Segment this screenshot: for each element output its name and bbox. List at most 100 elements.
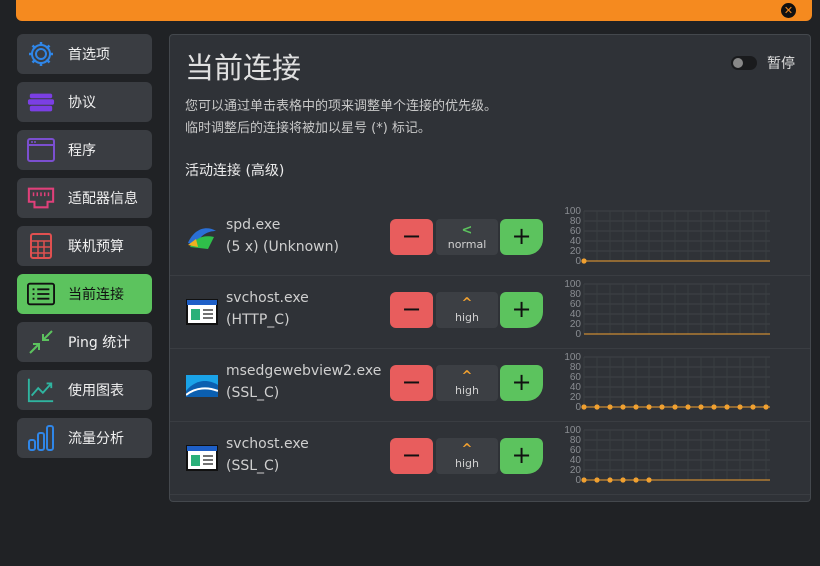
sidebar: 首选项 协议 程序 适配器信息 联机预算 当前连接 Ping 统计 使用图表 流… <box>17 34 152 466</box>
sidebar-item-label: 首选项 <box>68 47 110 63</box>
priority-indicator[interactable]: < normal <box>436 219 498 255</box>
process-name: msedgewebview2.exe <box>226 363 382 379</box>
priority-indicator[interactable]: ^ high <box>436 292 498 328</box>
traffic-sparkline-chart: 100 80 60 40 20 0 <box>556 278 778 342</box>
decrease-priority-button[interactable]: − <box>390 438 433 474</box>
priority-arrow-icon: ^ <box>461 369 473 384</box>
connection-row[interactable]: svchost.exe (SSL_C) − ^ high + 100 80 60 40… <box>170 422 810 495</box>
description-line-2: 临时调整后的连接将被加以星号 (*) 标记。 <box>185 121 431 136</box>
sidebar-item[interactable]: 协议 <box>17 82 152 122</box>
process-name: spd.exe <box>226 217 281 233</box>
sidebar-item-label: 使用图表 <box>68 383 124 399</box>
gear-icon <box>27 40 55 68</box>
spd-app-icon <box>186 223 218 255</box>
increase-priority-button[interactable]: + <box>500 365 543 401</box>
priority-label: normal <box>447 238 487 251</box>
chart-point <box>659 404 665 410</box>
process-protocol: (SSL_C) <box>226 458 280 474</box>
list-icon <box>27 280 55 308</box>
sidebar-item[interactable]: 程序 <box>17 130 152 170</box>
svchost-app-icon <box>186 442 218 474</box>
ethernet-icon <box>27 184 55 212</box>
priority-label: high <box>455 457 479 470</box>
sidebar-item-label: 当前连接 <box>68 287 124 303</box>
pause-label: 暂停 <box>767 56 795 72</box>
decrease-priority-button[interactable]: − <box>390 219 433 255</box>
connection-row[interactable]: spd.exe (5 x) (Unknown) − < normal + 100… <box>170 203 810 276</box>
chart-point <box>581 477 587 483</box>
description-line-1: 您可以通过单击表格中的项来调整单个连接的优先级。 <box>185 99 498 114</box>
sidebar-item-label: 适配器信息 <box>68 191 138 207</box>
priority-label: high <box>455 384 479 397</box>
decrease-priority-button[interactable]: − <box>390 292 433 328</box>
chart-point <box>737 404 743 410</box>
pause-toggle[interactable] <box>731 56 757 70</box>
chart-point <box>581 404 587 410</box>
chart-point <box>672 404 678 410</box>
title-bar: ✕ <box>16 0 812 21</box>
priority-label: high <box>455 311 479 324</box>
chart-point <box>581 258 587 264</box>
increase-priority-button[interactable]: + <box>500 292 543 328</box>
sidebar-item-label: 程序 <box>68 143 96 159</box>
sidebar-item-label: 流量分析 <box>68 431 124 447</box>
process-protocol: (HTTP_C) <box>226 312 290 328</box>
chart-point <box>594 477 600 483</box>
sidebar-item[interactable]: 流量分析 <box>17 418 152 458</box>
chart-point <box>620 477 626 483</box>
sidebar-item[interactable]: Ping 统计 <box>17 322 152 362</box>
chart-point <box>750 404 756 410</box>
chart-point <box>607 404 613 410</box>
svchost-app-icon <box>186 296 218 328</box>
bar-chart-icon <box>27 424 55 452</box>
priority-indicator[interactable]: ^ high <box>436 438 498 474</box>
traffic-sparkline-chart: 100 80 60 40 20 0 <box>556 205 778 269</box>
priority-indicator[interactable]: ^ high <box>436 365 498 401</box>
chart-point <box>620 404 626 410</box>
chart-tick-label: 0 <box>575 329 581 340</box>
close-icon[interactable]: ✕ <box>781 3 796 18</box>
traffic-sparkline-chart: 100 80 60 40 20 0 <box>556 351 778 415</box>
trend-chart-icon <box>27 376 55 404</box>
process-name: svchost.exe <box>226 436 309 452</box>
decrease-priority-button[interactable]: − <box>390 365 433 401</box>
chart-point <box>646 404 652 410</box>
sidebar-item[interactable]: 联机预算 <box>17 226 152 266</box>
chart-point <box>594 404 600 410</box>
priority-arrow-icon: ^ <box>461 442 473 457</box>
process-protocol: (5 x) (Unknown) <box>226 239 339 255</box>
sidebar-item[interactable]: 当前连接 <box>17 274 152 314</box>
chart-point <box>646 477 652 483</box>
process-name: svchost.exe <box>226 290 309 306</box>
window-icon <box>27 136 55 164</box>
stack-icon <box>27 88 55 116</box>
chart-point <box>685 404 691 410</box>
traffic-sparkline-chart: 100 80 60 40 20 0 <box>556 424 778 488</box>
sidebar-item[interactable]: 适配器信息 <box>17 178 152 218</box>
sidebar-item[interactable]: 首选项 <box>17 34 152 74</box>
section-title: 活动连接 (高级) <box>185 163 285 179</box>
chart-point <box>607 477 613 483</box>
priority-arrow-icon: < <box>461 223 473 238</box>
sidebar-item-label: 联机预算 <box>68 239 124 255</box>
chart-tick-label: 0 <box>575 402 581 413</box>
increase-priority-button[interactable]: + <box>500 219 543 255</box>
calculator-icon <box>27 232 55 260</box>
sidebar-item[interactable]: 使用图表 <box>17 370 152 410</box>
page-title: 当前连接 <box>185 51 302 85</box>
chart-point <box>633 477 639 483</box>
sidebar-item-label: 协议 <box>68 95 96 111</box>
sidebar-item-label: Ping 统计 <box>68 335 131 351</box>
process-protocol: (SSL_C) <box>226 385 280 401</box>
increase-priority-button[interactable]: + <box>500 438 543 474</box>
chart-tick-label: 0 <box>575 256 581 267</box>
chart-point <box>711 404 717 410</box>
chart-tick-label: 0 <box>575 475 581 486</box>
pause-control[interactable]: 暂停 <box>731 53 795 73</box>
msedge-app-icon <box>185 369 219 401</box>
compress-arrows-icon <box>27 328 55 356</box>
priority-arrow-icon: ^ <box>461 296 473 311</box>
main-panel: 当前连接 暂停 您可以通过单击表格中的项来调整单个连接的优先级。 临时调整后的连… <box>169 34 811 502</box>
connection-row[interactable]: svchost.exe (HTTP_C) − ^ high + 100 80 60 4… <box>170 276 810 349</box>
connection-row[interactable]: msedgewebview2.exe (SSL_C) − ^ high + 10… <box>170 349 810 422</box>
